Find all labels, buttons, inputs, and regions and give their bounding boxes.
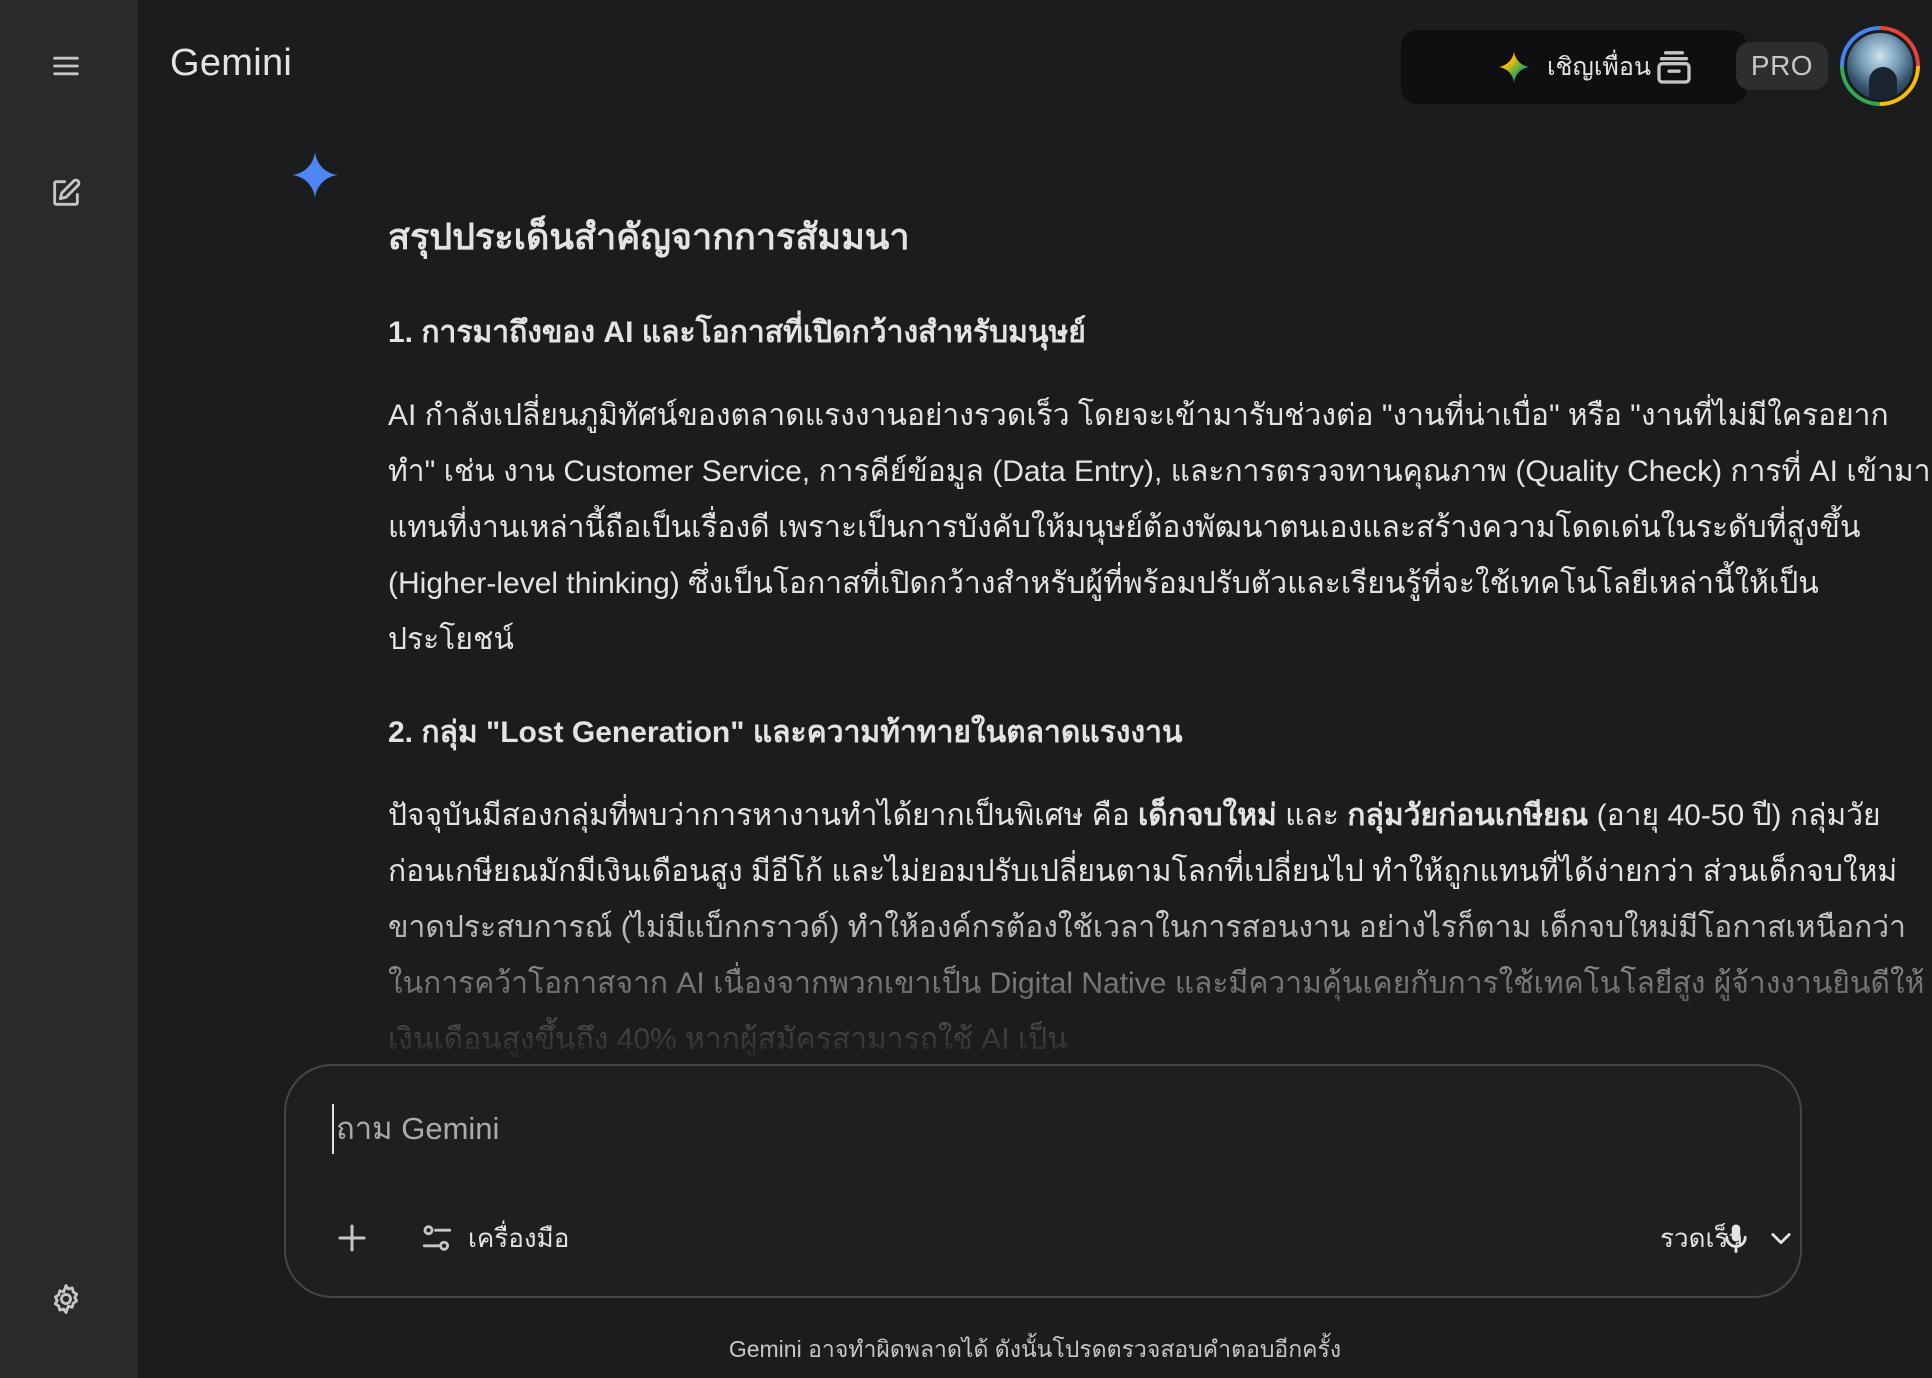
chevron-down-icon bbox=[1771, 1233, 1791, 1245]
tools-label: เครื่องมือ bbox=[468, 1222, 570, 1253]
bold-term: เด็กจบใหม่ bbox=[1138, 799, 1277, 833]
sidebar bbox=[0, 0, 138, 1378]
menu-button[interactable] bbox=[37, 37, 95, 95]
microphone-icon bbox=[1725, 1224, 1747, 1253]
tools-button[interactable]: เครื่องมือ bbox=[410, 1210, 579, 1266]
pro-badge[interactable]: PRO bbox=[1736, 42, 1828, 90]
gear-icon bbox=[53, 1284, 79, 1314]
paragraph-text: ปัจจุบันมีสองกลุ่มที่พบว่าการหางานทำได้ย… bbox=[388, 799, 1139, 833]
microphone-button[interactable] bbox=[1706, 1208, 1766, 1268]
section-heading: 2. กลุ่ม "Lost Generation" และความท้าทาย… bbox=[388, 716, 1183, 750]
plus-icon bbox=[338, 1224, 366, 1252]
gemini-response-icon bbox=[292, 152, 338, 198]
disclaimer-text: Gemini อาจทำผิดพลาดได้ ดังนั้นโปรดตรวจสอ… bbox=[728, 1336, 1342, 1362]
prompt-input[interactable] bbox=[332, 1104, 1632, 1154]
new-chat-button[interactable] bbox=[37, 164, 95, 222]
menu-icon bbox=[53, 56, 79, 76]
response-content: สรุปประเด็นสำคัญจากการสัมมนา 1. การมาถึง… bbox=[388, 200, 1932, 1070]
archive-button[interactable] bbox=[1644, 37, 1704, 97]
section-paragraph: AI กำลังเปลี่ยนภูมิทัศน์ของตลาดแรงงานอย่… bbox=[388, 399, 1931, 657]
section-paragraph: ปัจจุบันมีสองกลุ่มที่พบว่าการหางานทำได้ย… bbox=[388, 788, 1932, 1068]
tools-icon bbox=[422, 1225, 452, 1251]
paragraph-text: (อายุ 40-50 ปี) กลุ่มวัยก่อนเกษียณมักมีเ… bbox=[388, 799, 1925, 1057]
archive-icon bbox=[1657, 51, 1691, 84]
paragraph-text: และ bbox=[1276, 799, 1348, 833]
main-area: Gemini เชิญเพื่อน PRO สรุปประเด็นสำคัญจา… bbox=[138, 0, 1932, 1378]
section-heading: 1. การมาถึงของ AI และโอกาสที่เปิดกว้างสำ… bbox=[388, 316, 1086, 350]
edit-icon bbox=[53, 178, 81, 206]
gemini-spark-icon bbox=[1498, 51, 1530, 83]
add-attachment-button[interactable] bbox=[324, 1210, 380, 1266]
settings-button[interactable] bbox=[37, 1270, 95, 1328]
invite-label: เชิญเพื่อน bbox=[1547, 53, 1651, 81]
app-title[interactable]: Gemini bbox=[170, 42, 292, 85]
bold-term: กลุ่มวัยก่อนเกษียณ bbox=[1347, 799, 1589, 833]
response-title: สรุปประเด็นสำคัญจากการสัมมนา bbox=[388, 216, 910, 257]
prompt-composer: เครื่องมือ รวดเร็ว bbox=[284, 1064, 1802, 1298]
avatar[interactable] bbox=[1840, 26, 1920, 106]
avatar-image bbox=[1844, 30, 1916, 102]
